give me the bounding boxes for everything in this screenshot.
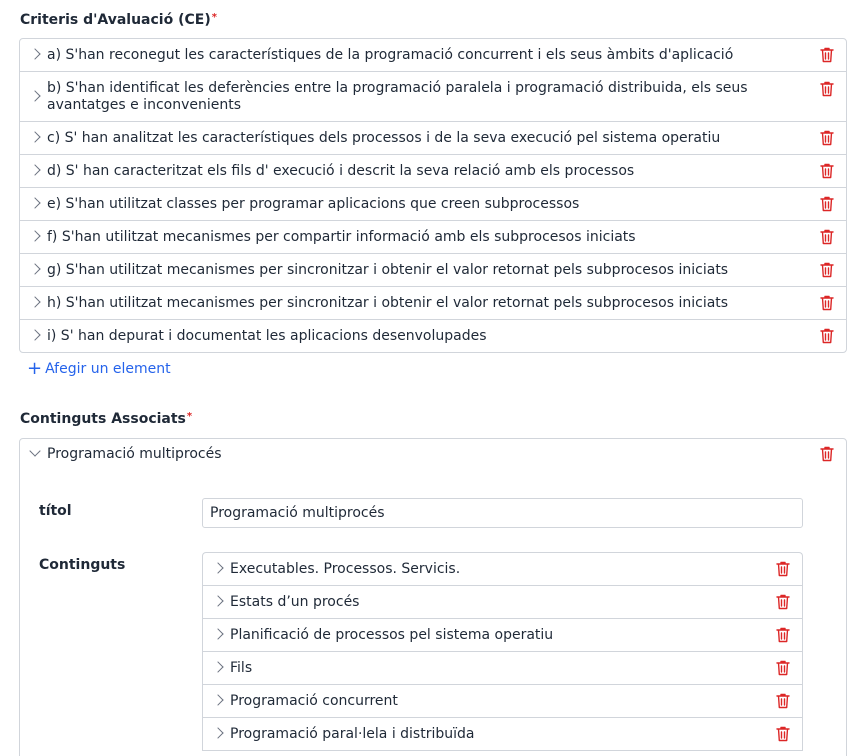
criteris-item-a[interactable]: a) S'han reconegut les característiques … — [20, 39, 846, 72]
trash-icon[interactable] — [820, 229, 834, 245]
trash-icon[interactable] — [820, 47, 834, 63]
chevron-right-icon[interactable] — [29, 48, 41, 60]
trash-icon[interactable] — [776, 660, 790, 676]
titol-label: títol — [39, 503, 72, 519]
trash-icon[interactable] — [820, 196, 834, 212]
chevron-right-icon[interactable] — [212, 562, 224, 574]
criteris-item-b[interactable]: b) S'han identificat les deferències ent… — [20, 72, 846, 122]
continguts-list-item[interactable]: Estats d’un procés — [203, 586, 802, 619]
criteris-item-label: b) S'han identificat les deferències ent… — [47, 79, 748, 113]
chevron-down-icon[interactable] — [29, 445, 41, 457]
trash-icon[interactable] — [820, 446, 834, 462]
chevron-right-icon[interactable] — [29, 197, 41, 209]
criteris-item-c[interactable]: c) S' han analitzat les característiques… — [20, 122, 846, 155]
chevron-right-icon[interactable] — [29, 89, 41, 102]
add-element-link[interactable]: + Afegir un element — [27, 358, 171, 379]
chevron-right-icon[interactable] — [29, 296, 41, 308]
criteris-section-label: Criteris d'Avaluació (CE)* — [20, 12, 217, 28]
continguts-list-item[interactable]: Programació concurrent — [203, 685, 802, 718]
trash-icon[interactable] — [776, 726, 790, 742]
required-mark: * — [186, 411, 193, 422]
continguts-item-header[interactable]: Programació multiprocés — [20, 439, 846, 469]
chevron-right-icon[interactable] — [29, 164, 41, 176]
add-element-label: Afegir un element — [45, 361, 171, 377]
continguts-list-item[interactable]: Executables. Processos. Servicis. — [203, 553, 802, 586]
criteris-label-text: Criteris d'Avaluació (CE) — [20, 12, 211, 28]
chevron-right-icon[interactable] — [29, 329, 41, 341]
criteris-list: a) S'han reconegut les característiques … — [19, 38, 847, 353]
trash-icon[interactable] — [820, 295, 834, 311]
continguts-list-item-label: Estats d’un procés — [230, 593, 360, 610]
criteris-item-h[interactable]: h) S'han utilitzat mecanismes per sincro… — [20, 287, 846, 320]
criteris-item-label: f) S'han utilitzat mecanismes per compar… — [47, 228, 636, 245]
chevron-right-icon[interactable] — [212, 595, 224, 607]
continguts-list-item[interactable]: Programació paral·lela i distribuïda — [203, 718, 802, 751]
criteris-item-label: e) S'han utilitzat classes per programar… — [47, 195, 580, 212]
chevron-right-icon[interactable] — [212, 694, 224, 706]
continguts-list-item[interactable]: Fils — [203, 652, 802, 685]
criteris-item-d[interactable]: d) S' han caracteritzat els fils d' exec… — [20, 155, 846, 188]
chevron-right-icon[interactable] — [212, 727, 224, 739]
continguts-list-item[interactable]: Planificació de processos pel sistema op… — [203, 619, 802, 652]
continguts-list-item-label: Planificació de processos pel sistema op… — [230, 626, 554, 643]
criteris-item-g[interactable]: g) S'han utilitzat mecanismes per sincro… — [20, 254, 846, 287]
criteris-item-label: g) S'han utilitzat mecanismes per sincro… — [47, 261, 729, 278]
criteris-item-label: h) S'han utilitzat mecanismes per sincro… — [47, 294, 729, 311]
continguts-item-title: Programació multiprocés — [47, 445, 222, 462]
continguts-label-text: Continguts Associats — [20, 411, 186, 427]
chevron-right-icon[interactable] — [29, 230, 41, 242]
trash-icon[interactable] — [820, 163, 834, 179]
continguts-list-item-label: Executables. Processos. Servicis. — [230, 560, 461, 577]
trash-icon[interactable] — [820, 130, 834, 146]
continguts-list-item-label: Fils — [230, 659, 253, 676]
continguts-list-item-label: Programació concurrent — [230, 692, 398, 709]
titol-input[interactable] — [202, 498, 803, 528]
required-mark: * — [211, 12, 217, 23]
trash-icon[interactable] — [820, 262, 834, 278]
criteris-item-f[interactable]: f) S'han utilitzat mecanismes per compar… — [20, 221, 846, 254]
trash-icon[interactable] — [820, 328, 834, 344]
trash-icon[interactable] — [776, 627, 790, 643]
trash-icon[interactable] — [776, 693, 790, 709]
trash-icon[interactable] — [776, 594, 790, 610]
criteris-item-label: a) S'han reconegut les característiques … — [47, 46, 734, 63]
continguts-list: Executables. Processos. Servicis. Estats… — [202, 552, 803, 751]
continguts-section-label: Continguts Associats* — [20, 411, 192, 427]
chevron-right-icon[interactable] — [29, 131, 41, 143]
criteris-item-i[interactable]: i) S' han depurat i documentat les aplic… — [20, 320, 846, 352]
chevron-right-icon[interactable] — [29, 263, 41, 275]
continguts-list-item-label: Programació paral·lela i distribuïda — [230, 725, 475, 742]
trash-icon[interactable] — [776, 561, 790, 577]
plus-icon: + — [27, 358, 43, 379]
criteris-item-label: d) S' han caracteritzat els fils d' exec… — [47, 162, 635, 179]
criteris-item-e[interactable]: e) S'han utilitzat classes per programar… — [20, 188, 846, 221]
trash-icon[interactable] — [820, 81, 834, 97]
chevron-right-icon[interactable] — [212, 628, 224, 640]
chevron-right-icon[interactable] — [212, 661, 224, 673]
criteris-item-label: i) S' han depurat i documentat les aplic… — [47, 327, 487, 344]
continguts-field-label: Continguts — [39, 557, 126, 573]
criteris-item-label: c) S' han analitzat les característiques… — [47, 129, 721, 146]
